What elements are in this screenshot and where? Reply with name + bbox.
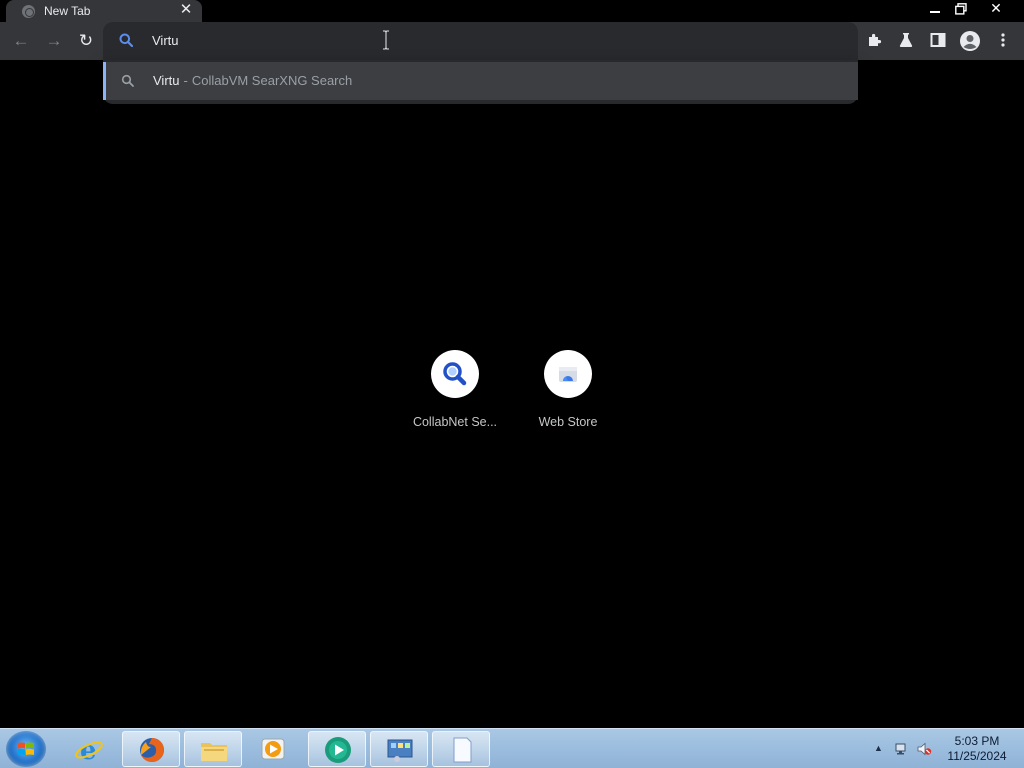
search-icon (121, 74, 134, 87)
window-controls: ✕ (922, 0, 1018, 18)
suggestion-description: CollabVM SearXNG Search (191, 73, 353, 88)
globe-icon (22, 5, 35, 18)
shortcut-label: Web Store (538, 415, 598, 429)
shortcut-web-store[interactable]: Web Store (513, 350, 623, 440)
tab-new-tab[interactable]: New Tab ✕ (6, 0, 202, 22)
clock-date: 11/25/2024 (947, 749, 1007, 763)
clock-time: 5:03 PM (954, 734, 1000, 748)
start-button[interactable] (6, 731, 46, 767)
windows-logo-icon (18, 742, 34, 755)
system-clock[interactable]: 5:03 PM 11/25/2024 (942, 734, 1012, 764)
taskbar-firefox[interactable] (122, 731, 180, 767)
media-center-icon (325, 737, 351, 763)
shortcut-icon-circle (431, 350, 479, 398)
omnibox-input[interactable] (152, 33, 552, 48)
taskbar-blank-document[interactable] (432, 731, 490, 767)
suggestion-query: Virtu (153, 73, 180, 88)
document-icon (453, 737, 472, 763)
profile-avatar-icon[interactable] (959, 30, 981, 52)
restore-icon (955, 3, 967, 15)
reload-button[interactable]: ↻ (74, 30, 98, 52)
search-icon (119, 33, 133, 47)
text-cursor-icon (383, 30, 389, 50)
network-icon[interactable] (894, 741, 910, 757)
taskbar: e ▲ 5:03 PM 11/25/2024 (0, 728, 1024, 768)
menu-kebab-icon[interactable] (994, 31, 1012, 49)
tab-title: New Tab (44, 4, 91, 18)
show-hidden-icons-button[interactable]: ▲ (874, 743, 883, 753)
minimize-button[interactable] (922, 0, 948, 18)
svg-text:e: e (80, 736, 97, 764)
labs-flask-icon[interactable] (897, 31, 915, 49)
suggestion-separator: - (183, 73, 188, 88)
control-panel-icon (387, 739, 413, 762)
address-bar[interactable] (103, 22, 858, 60)
forward-button[interactable]: → (42, 30, 66, 52)
folder-icon (201, 743, 227, 761)
back-button[interactable]: ← (9, 30, 33, 52)
side-panel-icon[interactable] (929, 31, 947, 49)
tab-strip: New Tab ✕ ✕ (0, 0, 1024, 22)
web-store-icon (559, 367, 577, 382)
taskbar-internet-explorer[interactable]: e (60, 731, 118, 767)
shortcut-label: CollabNet Se... (412, 415, 498, 429)
shortcut-collabnet[interactable]: CollabNet Se... (400, 350, 510, 440)
suggestion-item[interactable]: Virtu - CollabVM SearXNG Search (103, 62, 858, 100)
volume-muted-icon[interactable] (916, 741, 932, 757)
taskbar-media-center[interactable] (308, 731, 366, 767)
firefox-icon (140, 738, 164, 762)
taskbar-media-player[interactable] (244, 731, 302, 767)
restore-button[interactable] (948, 0, 974, 18)
magnifier-icon (443, 362, 467, 386)
internet-explorer-icon: e (75, 736, 103, 764)
taskbar-file-explorer[interactable] (184, 731, 242, 767)
extensions-icon[interactable] (866, 31, 884, 49)
media-player-icon (261, 738, 285, 760)
tab-close-icon[interactable]: ✕ (178, 2, 194, 18)
close-window-button[interactable]: ✕ (974, 0, 1018, 18)
taskbar-control-panel[interactable] (370, 731, 428, 767)
minimize-icon (930, 11, 940, 13)
system-tray: ▲ 5:03 PM 11/25/2024 (864, 729, 1024, 768)
screen: New Tab ✕ ✕ ← → ↻ Virtu Virtu - CollabVM… (0, 0, 1024, 768)
suggestion-text: Virtu - CollabVM SearXNG Search (153, 73, 352, 88)
close-icon: ✕ (990, 0, 1002, 16)
omnibox-suggestions: Virtu - CollabVM SearXNG Search (103, 60, 858, 104)
shortcut-icon-circle (544, 350, 592, 398)
